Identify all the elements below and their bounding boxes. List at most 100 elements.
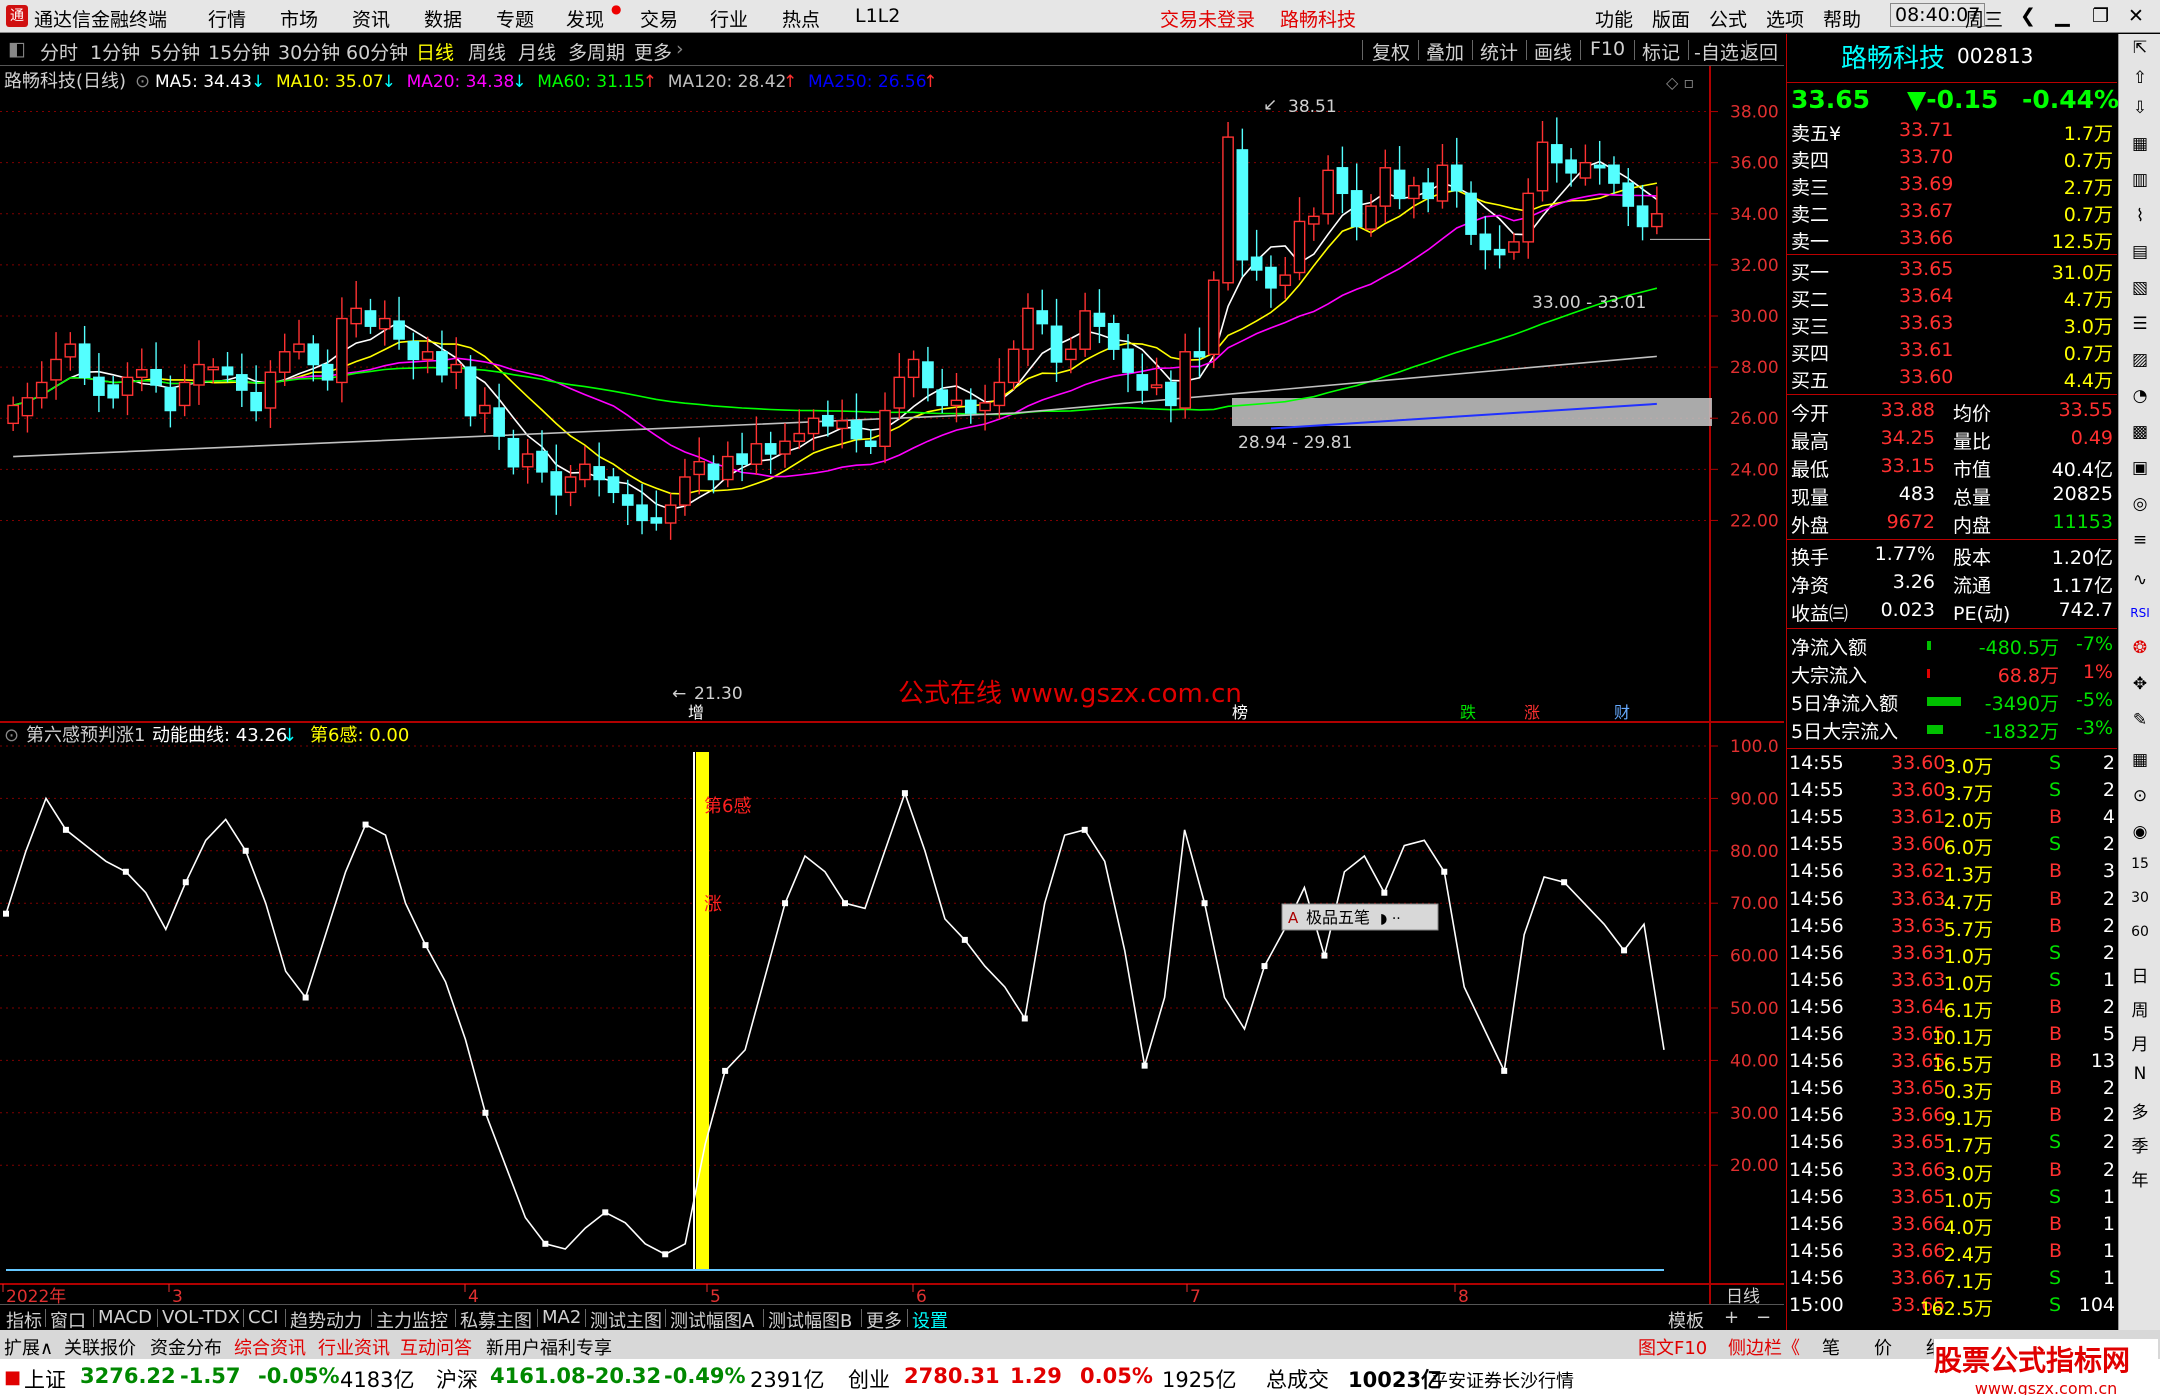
- extension-tab-5[interactable]: 互动问答: [400, 1334, 472, 1360]
- extension-tab-0[interactable]: 扩展∧: [4, 1334, 53, 1360]
- side-wave-icon[interactable]: ∿: [2119, 570, 2160, 590]
- side-coin-icon[interactable]: ❂: [2119, 638, 2160, 658]
- extension-tab-1[interactable]: 关联报价: [64, 1334, 136, 1360]
- period-tab-8[interactable]: 月线: [518, 38, 556, 65]
- tool-1[interactable]: 叠加: [1426, 38, 1464, 65]
- expand-icon[interactable]: ◧: [8, 38, 26, 60]
- tick-row[interactable]: 14:56 33.65 0.3万 B 2: [1787, 1076, 2117, 1103]
- sidebar-toggle[interactable]: 侧边栏《: [1728, 1334, 1800, 1360]
- side-move-icon[interactable]: ✥: [2119, 674, 2160, 694]
- extension-tab-4[interactable]: 行业资讯: [318, 1334, 390, 1360]
- close-icon[interactable]: ✕: [2128, 5, 2144, 27]
- tick-row[interactable]: 14:56 33.64 6.1万 B 2: [1787, 995, 2117, 1022]
- side-clock-icon[interactable]: ⊙: [2119, 786, 2160, 806]
- tick-row[interactable]: 14:55 33.61 2.0万 B 4: [1787, 805, 2117, 832]
- tool-0[interactable]: 复权: [1372, 38, 1410, 65]
- side-bars-icon[interactable]: ▧: [2119, 278, 2160, 298]
- period-tab-4[interactable]: 30分钟: [278, 38, 340, 65]
- idx0-name[interactable]: 上证: [24, 1364, 66, 1394]
- indicator-tab-4[interactable]: CCI: [248, 1307, 278, 1328]
- side-grid-icon[interactable]: ▤: [2119, 242, 2160, 262]
- menu-right-3[interactable]: 选项: [1766, 5, 1804, 32]
- indicator-tab-3[interactable]: VOL-TDX: [162, 1307, 240, 1328]
- tool-5[interactable]: 标记: [1642, 38, 1680, 65]
- period-tab-9[interactable]: 多周期: [568, 38, 625, 65]
- tick-row[interactable]: 14:55 33.60 3.0万 S 2: [1787, 751, 2117, 778]
- menu-item-1[interactable]: 市场: [280, 5, 318, 32]
- menu-item-0[interactable]: 行情: [208, 5, 246, 32]
- tick-row[interactable]: 14:56 33.65 1.0万 S 1: [1787, 1185, 2117, 1212]
- add-button[interactable]: +: [1724, 1307, 1739, 1328]
- book-row[interactable]: 卖二 33.67 0.7万: [1787, 199, 2117, 226]
- more-chevron-icon[interactable]: ›: [676, 38, 684, 60]
- book-row[interactable]: 卖一 33.66 12.5万: [1787, 226, 2117, 253]
- side-kline-icon[interactable]: ▥: [2119, 170, 2160, 190]
- tick-row[interactable]: 14:56 33.66 7.1万 S 1: [1787, 1266, 2117, 1293]
- tick-row[interactable]: 14:56 33.65 10.1万 B 5: [1787, 1022, 2117, 1049]
- side-calc-icon[interactable]: ▦: [2119, 750, 2160, 770]
- tick-row[interactable]: 14:56 33.65 16.5万 B 13: [1787, 1049, 2117, 1076]
- extension-tab-6[interactable]: 新用户福利专享: [486, 1334, 612, 1360]
- book-row[interactable]: 卖四 33.70 0.7万: [1787, 145, 2117, 172]
- menu-right-1[interactable]: 版面: [1652, 5, 1690, 32]
- side-table-icon[interactable]: ▩: [2119, 422, 2160, 442]
- period-tab-1[interactable]: 1分钟: [90, 38, 140, 65]
- extension-tab-2[interactable]: 资金分布: [150, 1334, 222, 1360]
- side-doc-icon[interactable]: ▣: [2119, 458, 2160, 478]
- tick-row[interactable]: 14:56 33.66 4.0万 B 1: [1787, 1212, 2117, 1239]
- idx2-name[interactable]: 创业: [848, 1364, 890, 1394]
- side-circle-icon[interactable]: ◎: [2119, 494, 2160, 514]
- f10-link[interactable]: 图文F10: [1638, 1334, 1707, 1360]
- menu-item-2[interactable]: 资讯: [352, 5, 390, 32]
- idx1-name[interactable]: 沪深: [436, 1364, 478, 1394]
- tick-row[interactable]: 14:55 33.60 3.7万 S 2: [1787, 778, 2117, 805]
- period-tab-3[interactable]: 15分钟: [208, 38, 270, 65]
- indicator-tab-8[interactable]: MA2: [542, 1307, 581, 1328]
- book-row[interactable]: 买五 33.60 4.4万: [1787, 365, 2117, 392]
- menu-item-3[interactable]: 数据: [424, 5, 462, 32]
- book-row[interactable]: 买一 33.65 31.0万: [1787, 257, 2117, 284]
- side-up-icon[interactable]: ⇧: [2119, 68, 2160, 88]
- back-icon[interactable]: ❮: [2020, 5, 2036, 27]
- tick-row[interactable]: 14:56 33.63 1.0万 S 2: [1787, 941, 2117, 968]
- menu-item-4[interactable]: 专题: [496, 5, 534, 32]
- restore-icon[interactable]: ❐: [2092, 5, 2109, 27]
- menu-item-6[interactable]: 交易: [640, 5, 678, 32]
- side-lock-icon[interactable]: ⇱: [2119, 38, 2160, 58]
- book-row[interactable]: 买二 33.64 4.7万: [1787, 284, 2117, 311]
- tool-4[interactable]: F10: [1590, 38, 1625, 60]
- period-tab-10[interactable]: 更多: [634, 38, 672, 65]
- period-tab-7[interactable]: 周线: [468, 38, 506, 65]
- side-target-icon[interactable]: ◉: [2119, 822, 2160, 842]
- side-f10-icon[interactable]: ▨: [2119, 350, 2160, 370]
- period-tab-6[interactable]: 日线: [416, 38, 454, 65]
- side-day[interactable]: 日: [2119, 962, 2160, 987]
- tool-7[interactable]: 返回: [1740, 38, 1778, 65]
- tab-bi[interactable]: 笔: [1822, 1334, 1840, 1360]
- side-multi[interactable]: 多: [2119, 1098, 2160, 1123]
- side-n[interactable]: N: [2119, 1064, 2160, 1084]
- tick-row[interactable]: 14:56 33.63 5.7万 B 2: [1787, 914, 2117, 941]
- tab-jia[interactable]: 价: [1874, 1334, 1892, 1360]
- menu-right-2[interactable]: 公式: [1709, 5, 1747, 32]
- tick-row[interactable]: 14:56 33.66 3.0万 B 2: [1787, 1158, 2117, 1185]
- side-pie-icon[interactable]: ◔: [2119, 386, 2160, 406]
- tick-row[interactable]: 14:56 33.63 1.0万 S 1: [1787, 968, 2117, 995]
- tick-row[interactable]: 14:55 33.60 6.0万 S 2: [1787, 832, 2117, 859]
- menu-item-7[interactable]: 行业: [710, 5, 748, 32]
- side-list-icon[interactable]: ☰: [2119, 314, 2160, 334]
- book-row[interactable]: 买三 33.63 3.0万: [1787, 311, 2117, 338]
- indicator-tab-2[interactable]: MACD: [98, 1307, 152, 1328]
- side-trend-icon[interactable]: ⌇: [2119, 206, 2160, 226]
- menu-item-8[interactable]: 热点: [782, 5, 820, 32]
- period-tab-2[interactable]: 5分钟: [150, 38, 200, 65]
- period-tab-5[interactable]: 60分钟: [346, 38, 408, 65]
- tick-row[interactable]: 14:56 33.62 1.3万 B 3: [1787, 859, 2117, 886]
- kline-chart[interactable]: 38.00 36.00 34.00 32.00 30.00 28.00 26.00 24.00…: [0, 66, 1784, 1304]
- menu-right-0[interactable]: 功能: [1595, 5, 1633, 32]
- tick-row[interactable]: 15:00 33.65 162.5万 S 104: [1787, 1293, 2117, 1320]
- book-row[interactable]: 卖三 33.69 2.7万: [1787, 172, 2117, 199]
- side-stack-icon[interactable]: ≡: [2119, 530, 2160, 550]
- side-season[interactable]: 季: [2119, 1132, 2160, 1157]
- menu-right-4[interactable]: 帮助: [1823, 5, 1861, 32]
